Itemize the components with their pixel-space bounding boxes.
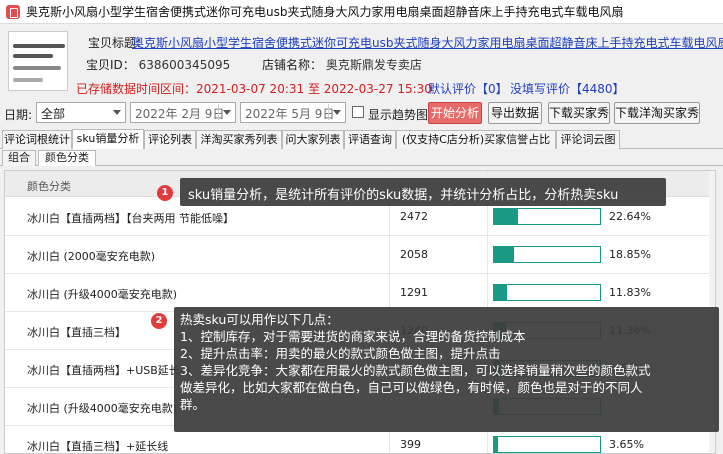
percent-cell: 11.83% [609,286,651,299]
share-progress-bar [493,246,601,263]
count-cell: 1291 [400,286,428,299]
shop-row: 店铺名称： 奥克斯鼎发专卖店 [262,56,422,73]
product-title-link[interactable]: 奥克斯小风扇小型学生宿舍便携式迷你可充电usb夹式随身大风力家用电扇桌面超静音床… [132,34,723,51]
tab-review-query[interactable]: 评语查询 [344,130,396,149]
count-cell: 399 [400,438,421,451]
subtab-combination[interactable]: 组合 [2,150,36,166]
tooltip-line: 1、控制库存，对于需要进货的商家来说，合理的备货控制成本 [180,329,526,344]
no-review-count[interactable]: 没填写评价【4480】 [510,80,625,97]
color-category-cell: 冰川白 (升级4000毫安充电款) [27,402,178,415]
color-category-cell: 冰川白 (升级4000毫安充电款) [27,288,178,301]
download-yangtao-button[interactable]: 下载洋淘买家秀 [614,102,700,124]
id-row: 宝贝ID： 638600345095 [86,56,230,73]
calendar-dropdown-icon[interactable] [328,104,343,120]
subtab-color[interactable]: 颜色分类 [38,150,96,166]
sub-tabs: 组合 颜色分类 [0,150,723,166]
tab-buyer-credit[interactable]: (仅支持C店分析)买家信誉占比 [396,130,556,149]
date-label: 日期: [4,108,33,122]
color-category-cell: 冰川白【直插两档】+USB延长线 [27,364,191,377]
color-category-cell: 冰川白【直插三档】+延长线 [27,440,169,453]
share-progress-fill [494,209,518,224]
product-info-panel: 宝贝标题： 奥克斯小风扇小型学生宿舍便携式迷你可充电usb夹式随身大风力家用电扇… [0,25,723,100]
filter-bar: 日期: 全部 2022年 2月 9日 2022年 5月 9日 显示趋势图 开始分… [0,101,723,126]
shop-label: 店铺名称： [262,58,323,72]
tooltip-line: 做差异化，比如大家都在做白色，自己可以做绿色，有时候，颜色也是对于的不同人 [180,380,643,395]
trend-checkbox-label[interactable]: 显示趋势图 [368,106,428,123]
table-row[interactable]: 冰川白 (2000毫安充电款) 2058 18.85% [5,236,715,274]
tooltip-sku-analysis-text: sku销量分析，是统计所有评价的sku数据，并统计分析占比，分析热卖sku [188,188,619,203]
window-titlebar: 奥克斯小风扇小型学生宿舍便携式迷你可充电usb夹式随身大风力家用电扇桌面超静音床… [0,0,723,24]
end-date-value: 2022年 5月 9日 [245,107,335,121]
tab-yangtao-list[interactable]: 洋淘买家秀列表 [196,130,282,149]
color-category-cell: 冰川白【直插两档】【台夹两用 节能低噪】 [27,212,234,225]
tab-review-list[interactable]: 评论列表 [144,130,196,149]
product-thumbnail [8,31,68,91]
count-cell: 2058 [400,248,428,261]
main-tabs: 评论词根统计 sku销量分析 评论列表 洋淘买家秀列表 问大家列表 评语查询 (… [0,129,723,149]
app-icon [6,4,20,19]
percent-cell: 3.65% [609,438,644,451]
product-title-value[interactable]: 奥克斯小风扇小型学生宿舍便携式迷你可充电usb夹式随身大风力家用电扇桌面超静音床… [132,36,723,50]
download-buyer-show-button[interactable]: 下载买家秀 [548,102,610,124]
percent-cell: 18.85% [609,248,651,261]
window-title: 奥克斯小风扇小型学生宿舍便携式迷你可充电usb夹式随身大风力家用电扇桌面超静音床… [26,5,624,19]
header-color-category: 颜色分类 [27,180,71,193]
id-label: 宝贝ID： [86,58,135,72]
percent-cell: 22.64% [609,210,651,223]
start-date-value: 2022年 2月 9日 [135,107,225,121]
tab-qa-list[interactable]: 问大家列表 [282,130,344,149]
tab-sku-sales[interactable]: sku销量分析 [72,129,144,149]
start-date-picker[interactable]: 2022年 2月 9日 [130,102,236,123]
tab-review-root-stats[interactable]: 评论词根统计 [2,130,72,149]
share-progress-fill [494,437,498,452]
id-value: 638600345095 [138,58,231,72]
tip-badge-2: 2 [151,313,167,329]
color-category-cell: 冰川白【直插三档】 [27,326,126,339]
share-progress-bar [493,284,601,301]
chevron-down-icon [113,110,121,115]
tooltip-line: 3、差异化竞争：大家都在用最火的款式颜色做主图，可以选择销量稍次些的颜色款式 [180,363,651,378]
default-review-count[interactable]: 默认评价【0】 [428,80,508,97]
time-range: 已存储数据时间区间：2021-03-07 20:31 至 2022-03-27 … [76,82,432,96]
range-select[interactable]: 全部 [36,102,126,123]
start-analysis-button[interactable]: 开始分析 [428,102,482,124]
tip-badge-1: 1 [157,185,173,201]
share-progress-bar [493,436,601,453]
share-progress-bar [493,208,601,225]
end-date-picker[interactable]: 2022年 5月 9日 [240,102,346,123]
calendar-dropdown-icon[interactable] [218,104,233,120]
tooltip-sku-analysis: sku销量分析，是统计所有评价的sku数据，并统计分析占比，分析热卖sku [180,178,666,206]
trend-checkbox[interactable] [352,106,364,118]
tooltip-line: 2、提升点击率：用卖的最火的款式颜色做主图，提升点击 [180,346,501,361]
tooltip-hot-sku-uses: 热卖sku可以用作以下几点： 1、控制库存，对于需要进货的商家来说，合理的备货控… [174,307,719,432]
share-progress-fill [494,247,514,262]
tooltip-line: 群。 [180,397,206,412]
range-select-value: 全部 [41,107,66,121]
tooltip-line: 热卖sku可以用作以下几点： [180,312,339,327]
tab-word-cloud[interactable]: 评论词云图 [556,130,620,149]
export-data-button[interactable]: 导出数据 [488,102,542,124]
count-cell: 2472 [400,210,428,223]
share-progress-fill [494,285,507,300]
color-category-cell: 冰川白 (2000毫安充电款) [27,250,156,263]
shop-value: 奥克斯鼎发专卖店 [325,58,422,72]
